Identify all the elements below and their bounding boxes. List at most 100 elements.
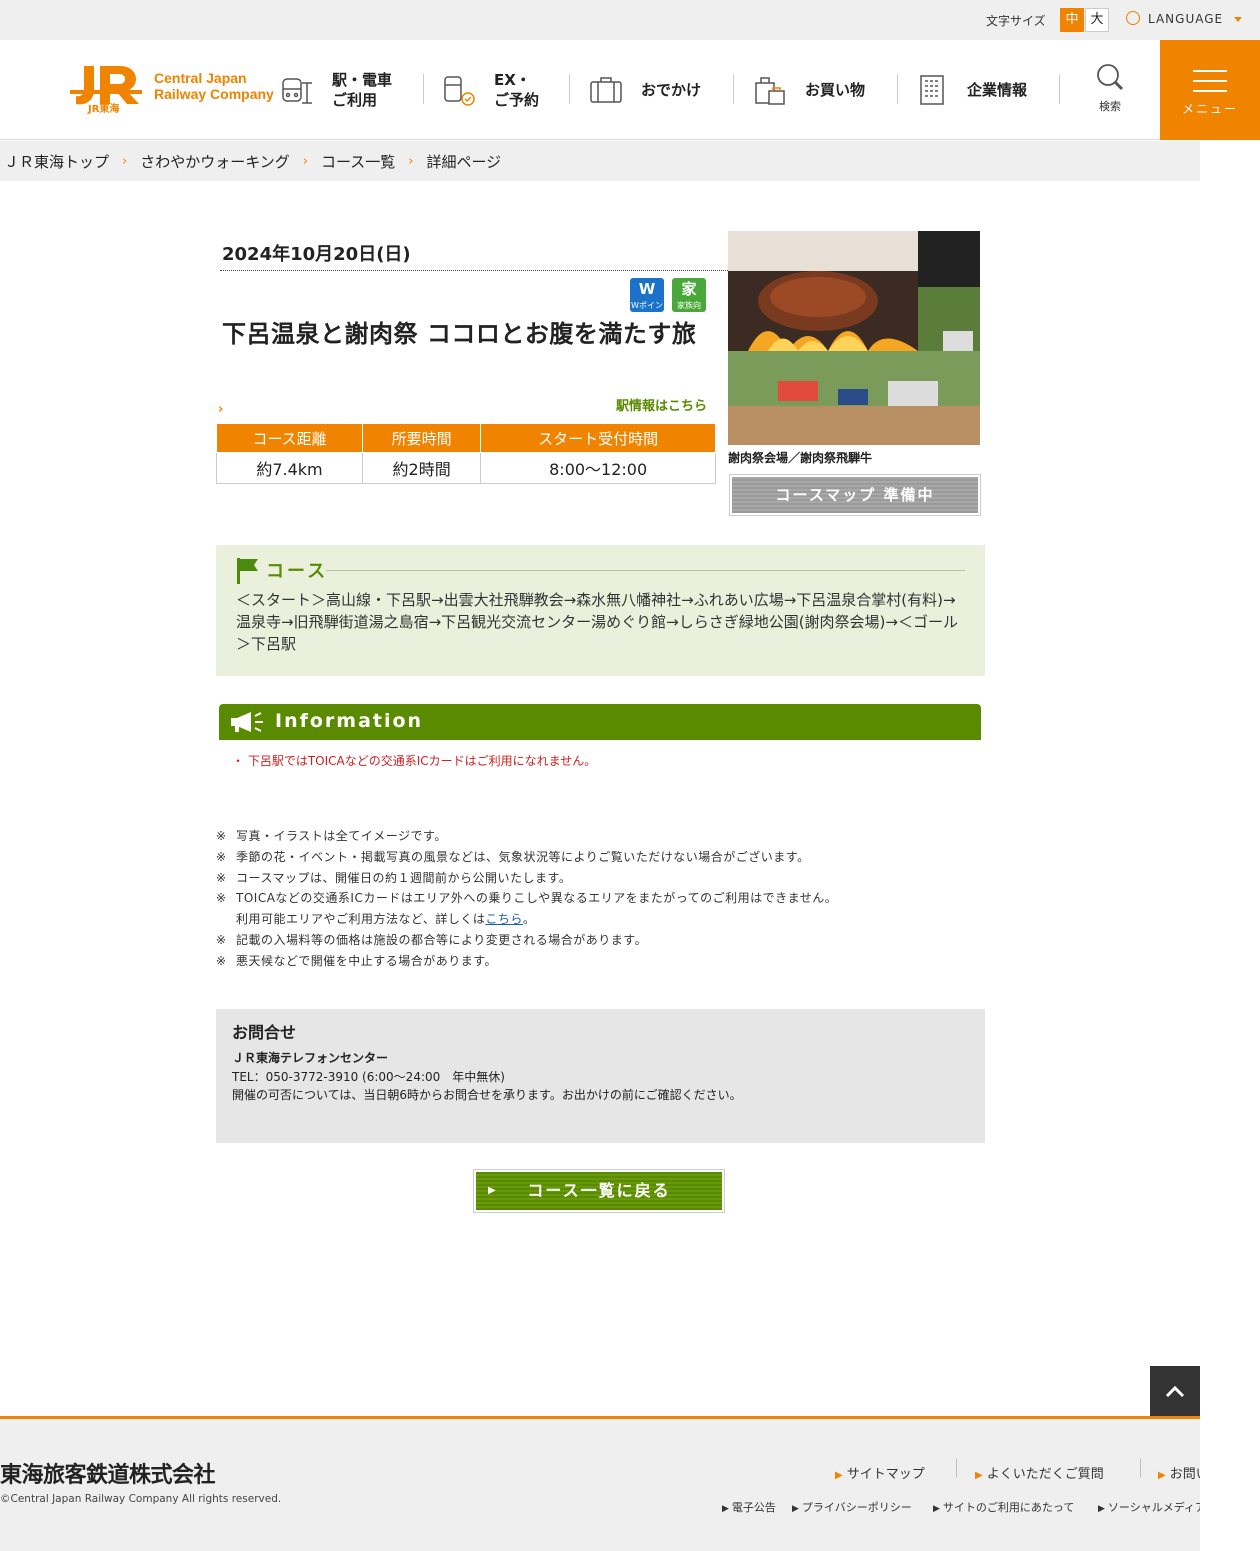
triangle-right-icon: ▶ <box>722 1504 729 1514</box>
nav-label: 企業情報 <box>967 81 1028 99</box>
table-cell-distance: 約7.4km <box>216 452 363 484</box>
footer-divider <box>956 1459 957 1477</box>
note-item: ※ 写真・イラストは全てイメージです。 <box>216 829 447 843</box>
footer-link-faq[interactable]: ▶ よくいただくご質問 <box>975 1463 1104 1482</box>
family-icon: 家 <box>681 280 697 298</box>
note-item: ※ 悪天候などで開催を中止する場合があります。 <box>216 953 498 968</box>
course-route: ＜スタート＞高山線・下呂駅→出雲大社飛騨教会→森水無八幡神社→ふれあい広場→下呂… <box>236 591 958 653</box>
nav-label: 駅・電車 ご利用 <box>332 71 393 109</box>
nav-divider <box>897 74 898 104</box>
back-to-course-list-button[interactable]: ▶ コース一覧に戻る <box>473 1169 725 1213</box>
family-badge: 家 家族向 <box>672 278 706 312</box>
footer-link-privacy[interactable]: ▶ プライバシーポリシー <box>792 1499 912 1515</box>
nav-divider <box>569 74 570 104</box>
triangle-right-icon: ▶ <box>975 1470 983 1481</box>
breadcrumb-item-walking[interactable]: さわやかウォーキング <box>140 151 290 172</box>
contact-message: 開催の可否については、当日朝6時からお問合せを承ります。お出かけの前にご確認くだ… <box>232 1088 742 1102</box>
menu-button[interactable]: メニュー <box>1160 40 1260 140</box>
footer-link-contact[interactable]: ▶お問い合わせ <box>1158 1463 1200 1482</box>
logo-line-1: Central Japan <box>154 70 247 86</box>
badge-label: 家族向 <box>677 301 701 310</box>
w-point-badge: W Wポイント <box>630 278 664 321</box>
station-info-link[interactable]: 駅情報はこちら <box>616 395 707 414</box>
megaphone-icon <box>231 712 263 732</box>
site-footer: 東海旅客鉄道株式会社 ©Central Japan Railway Compan… <box>0 1416 1200 1551</box>
shopping-bag-icon <box>755 77 785 105</box>
nav-shopping[interactable]: お買い物 <box>753 68 865 112</box>
breadcrumb: ＪＲ東海トップ › さわやかウォーキング › コース一覧 › 詳細ページ <box>0 141 1200 181</box>
building-icon <box>920 75 944 105</box>
note-item: ※ 季節の花・イベント・掲載写真の風景などは、気象状況等によりご覧いただけない場合… <box>216 849 810 864</box>
event-date: 2024年10月20日(日) <box>222 244 411 265</box>
triangle-right-icon: ▶ <box>792 1504 799 1514</box>
course-heading: コース <box>266 561 329 582</box>
note-item-continued: 利用可能エリアやご利用方法など、詳しくはこちら。 <box>236 912 536 927</box>
chevron-right-icon: › <box>302 153 308 169</box>
note-item: ※ 記載の入場料等の価格は施設の都合等により変更される場合があります。 <box>216 932 648 947</box>
corporate-name: 東海旅客鉄道株式会社 <box>0 1463 216 1488</box>
footer-link-e-notice[interactable]: ▶ 電子公告 <box>722 1499 776 1515</box>
utility-bar: 文字サイズ 中 大 LANGUAGE <box>0 0 1260 40</box>
information-heading: Information <box>275 710 424 732</box>
event-title: 下呂温泉と謝肉祭 ココロとお腹を満たす旅 <box>222 320 697 348</box>
event-photo <box>728 231 980 445</box>
font-size-large-button[interactable]: 大 <box>1085 8 1109 32</box>
train-station-icon <box>282 78 312 104</box>
footer-link-sitemap[interactable]: ▶ サイトマップ <box>835 1463 925 1482</box>
divider <box>220 270 728 271</box>
search-button[interactable]: 検索 <box>1090 62 1130 114</box>
search-label: 検索 <box>1099 100 1121 113</box>
hamburger-icon <box>1193 70 1227 100</box>
scroll-to-top-button[interactable] <box>1150 1366 1200 1416</box>
copyright: ©Central Japan Railway Company All right… <box>0 1493 282 1505</box>
nav-divider <box>733 74 734 104</box>
site-header: JR東海 Central Japan Railway Company 駅・電車 … <box>0 40 1260 140</box>
course-map-button[interactable]: コースマップ 準備中 <box>729 474 981 516</box>
logo-text[interactable]: Central Japan Railway Company <box>154 70 274 102</box>
breadcrumb-item-course-list[interactable]: コース一覧 <box>321 151 395 172</box>
nav-outing[interactable]: おでかけ <box>589 68 701 112</box>
course-info-table: コース距離 所要時間 スタート受付時間 約7.4km 約2時間 8:00～12:… <box>216 423 716 484</box>
chevron-right-icon: › <box>218 402 224 417</box>
chevron-right-icon: › <box>122 153 128 169</box>
footer-link-social-media[interactable]: ▶ソーシャルメディアについて <box>1098 1499 1200 1515</box>
contact-tel: TEL：050-3772-3910 (6:00～24:00 年中無休) <box>232 1070 505 1084</box>
contact-name: ＪＲ東海テレフォンセンター <box>232 1051 389 1065</box>
language-selector[interactable]: LANGUAGE <box>1126 11 1223 26</box>
nav-divider <box>423 74 424 104</box>
table-cell-start-time: 8:00～12:00 <box>480 452 716 484</box>
globe-icon <box>1126 11 1140 25</box>
breadcrumb-item-top[interactable]: ＪＲ東海トップ <box>4 151 109 172</box>
nav-ex-reservation[interactable]: EX・ ご予約 <box>442 68 539 112</box>
note-item: ※ コースマップは、開催日の約１週間前から公開いたします。 <box>216 870 572 885</box>
triangle-right-icon: ▶ <box>1098 1504 1105 1514</box>
toica-info-link[interactable]: こちら <box>485 912 523 926</box>
nav-label: お買い物 <box>805 81 866 99</box>
font-size-medium-button[interactable]: 中 <box>1060 8 1084 32</box>
nav-station-train[interactable]: 駅・電車 ご利用 <box>280 68 392 112</box>
table-header-duration: 所要時間 <box>361 423 482 453</box>
table-cell-duration: 約2時間 <box>361 452 482 484</box>
chevron-up-icon <box>1165 1385 1185 1398</box>
w-point-icon: W <box>638 280 656 298</box>
nav-label: おでかけ <box>641 81 702 99</box>
table-header-start-time: スタート受付時間 <box>480 423 716 453</box>
photo-caption: 謝肉祭会場／謝肉祭飛騨牛 <box>728 451 873 465</box>
footer-link-terms[interactable]: ▶ サイトのご利用にあたって <box>933 1499 1074 1515</box>
triangle-right-icon: ▶ <box>1158 1470 1166 1481</box>
nav-corporate[interactable]: 企業情報 <box>915 68 1027 112</box>
breadcrumb-item-current: 詳細ページ <box>426 152 502 171</box>
notes-list: ※ 写真・イラストは全てイメージです。 ※ 季節の花・イベント・掲載写真の風景などは… <box>216 826 837 972</box>
table-header-distance: コース距離 <box>216 423 363 453</box>
triangle-right-icon: ▶ <box>933 1504 940 1514</box>
menu-label: メニュー <box>1181 102 1238 116</box>
jr-logo-icon[interactable]: JR東海 <box>70 64 142 114</box>
footer-divider <box>1140 1459 1141 1477</box>
reservation-icon <box>444 76 475 106</box>
suitcase-icon <box>590 77 622 103</box>
divider <box>326 570 965 571</box>
back-button-label: コース一覧に戻る <box>527 1181 671 1200</box>
caret-down-icon[interactable] <box>1234 17 1242 22</box>
contact-box: お問合せ ＪＲ東海テレフォンセンター TEL：050-3772-3910 (6:… <box>216 1009 985 1143</box>
nav-label: EX・ ご予約 <box>494 71 540 109</box>
